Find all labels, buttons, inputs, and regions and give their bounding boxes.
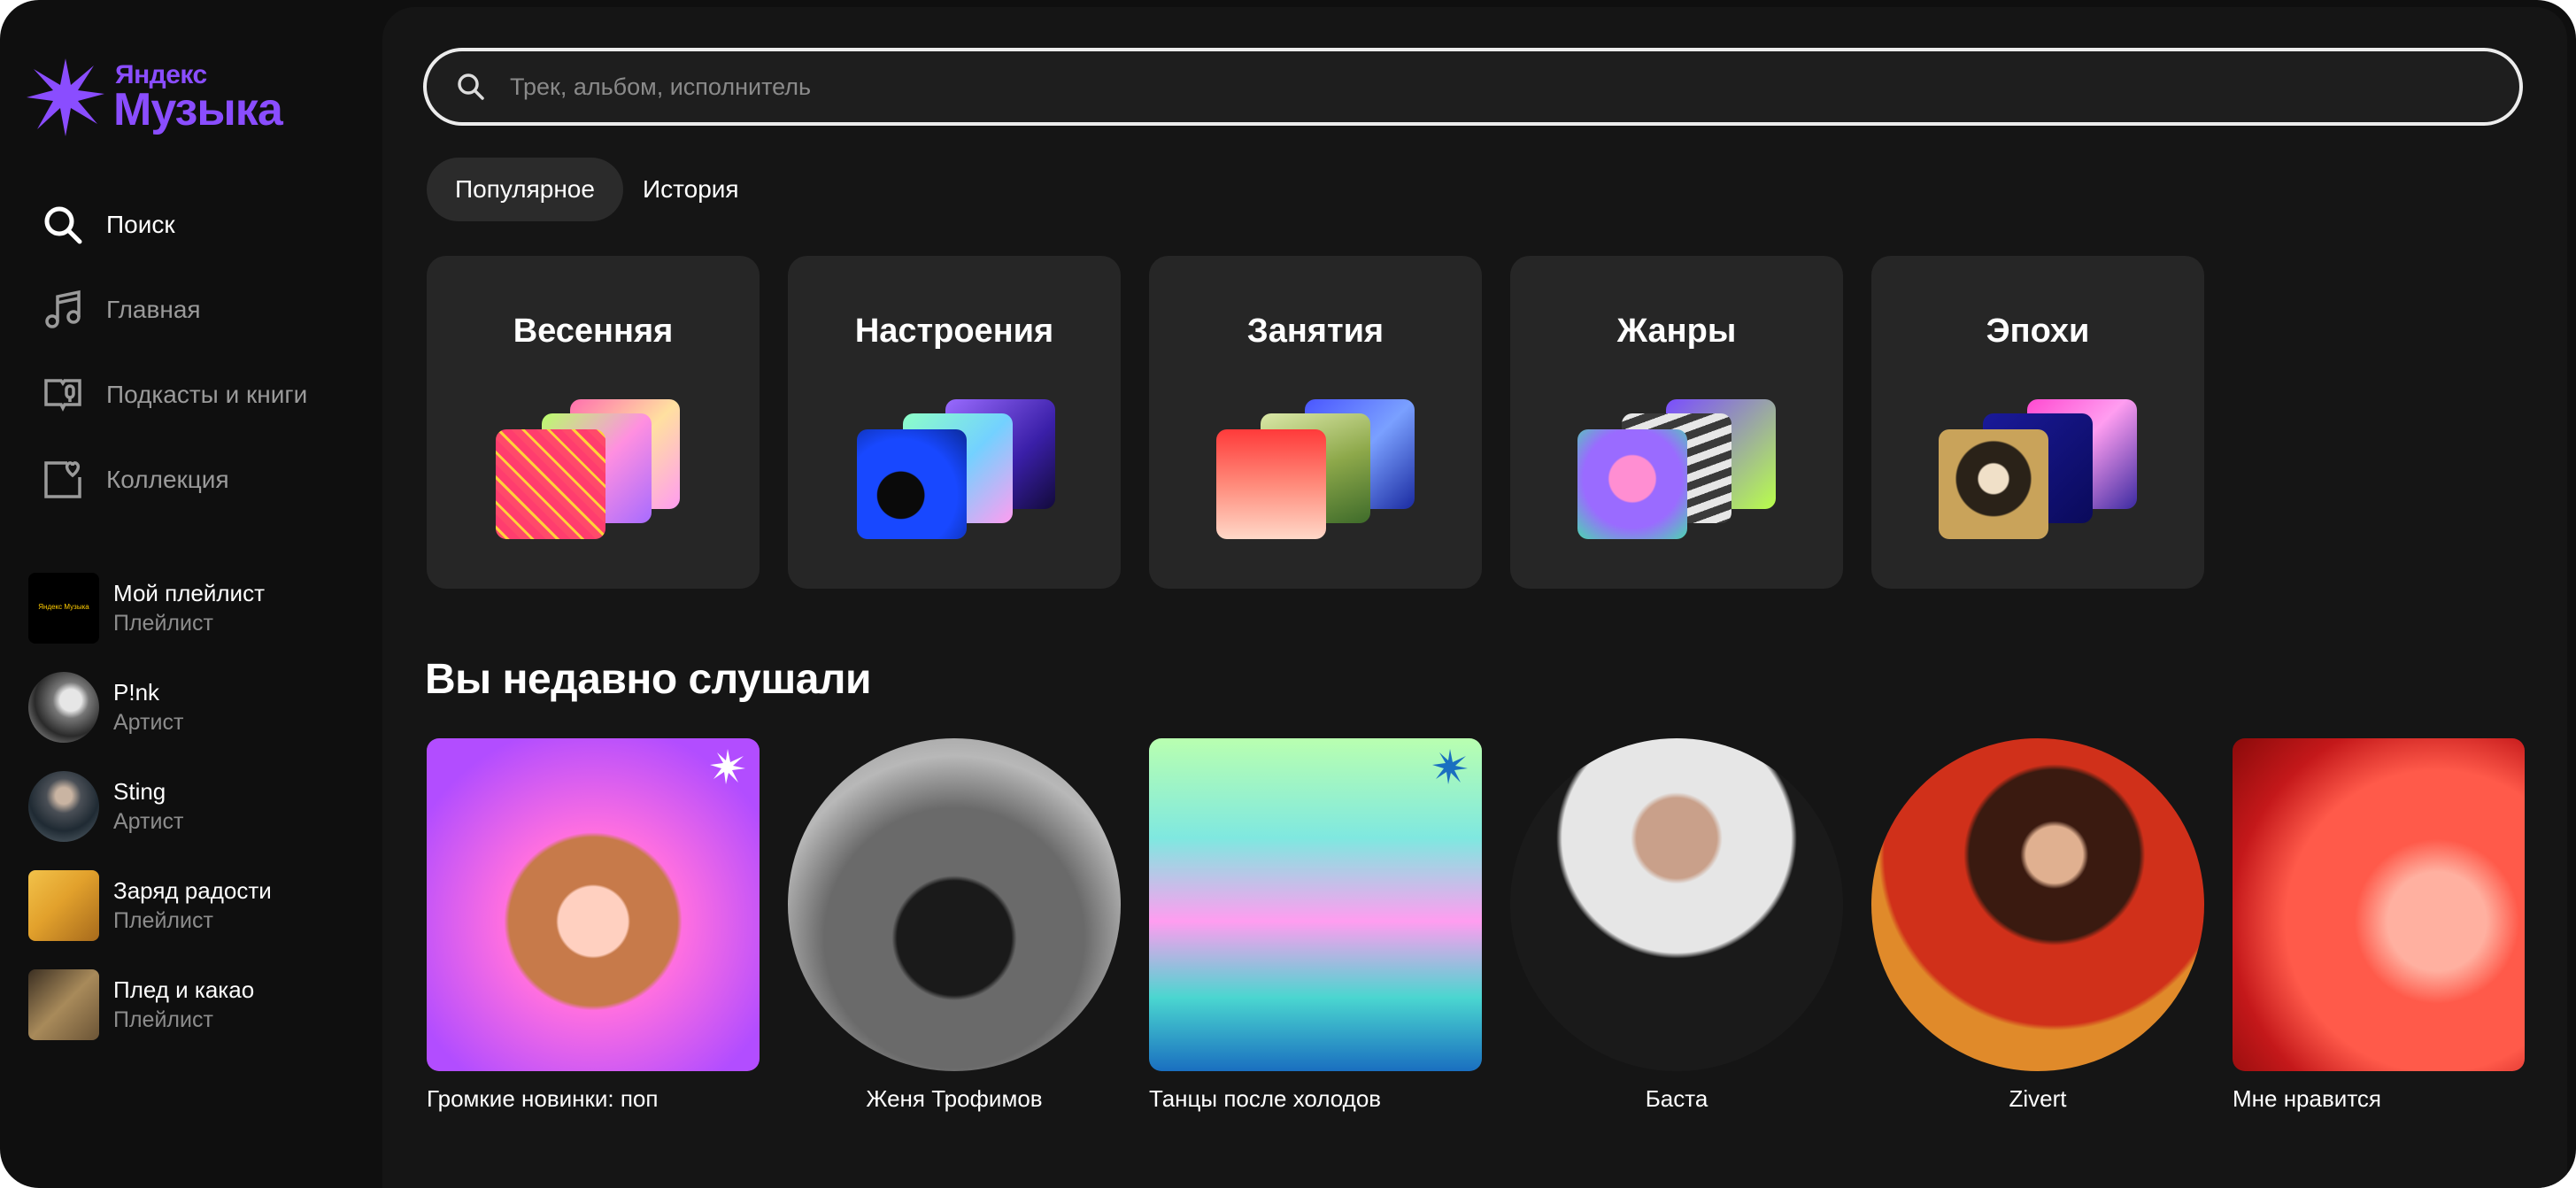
sparkle-icon [1432,749,1468,784]
nav-label: Коллекция [106,466,229,493]
category-title: Жанры [1616,312,1737,350]
playlist-cover [1149,738,1482,1071]
category-title: Настроения [854,312,1054,350]
recent-item-zhenya-trofimov[interactable]: Женя Трофимов [788,738,1121,1113]
recent-item-i-like[interactable]: Мне нравится [2233,738,2525,1113]
nav-label: Главная [106,296,201,323]
nav-label: Поиск [106,211,175,238]
library-item-title: P!nk [113,679,160,706]
artist-avatar [788,738,1121,1071]
library-item-subtitle: Артист [113,710,184,735]
library-item-title: Мой плейлист [113,580,265,606]
library-item-plaid-cocoa[interactable]: Плед и какао Плейлист [28,968,374,1041]
library-item-charge-of-joy[interactable]: Заряд радости Плейлист [28,869,374,942]
tab-popular[interactable]: Популярное [427,158,623,221]
library-item-subtitle: Плейлист [113,1007,213,1032]
recent-item-label: Громкие новинки: поп [427,1085,659,1112]
category-card-activities[interactable]: Занятия [1149,256,1482,589]
brand-logo[interactable]: Яндекс Музыка [27,58,345,138]
category-art-tile [1216,429,1326,539]
playlist-cover: Яндекс Музыка [28,573,99,644]
recent-item-zivert[interactable]: Zivert [1871,738,2204,1113]
sparkle-icon [710,749,745,784]
category-card-genres[interactable]: Жанры [1510,256,1843,589]
podcast-book-icon [39,371,87,419]
library-item-title: Плед и какао [113,976,255,1003]
artist-avatar [1871,738,2204,1071]
nav-item-search[interactable]: Поиск [39,197,366,253]
recent-item-label: Женя Трофимов [866,1085,1043,1112]
nav-item-home[interactable]: Главная [39,282,366,338]
category-title: Эпохи [1986,312,2090,350]
recent-item-label: Zivert [2009,1085,2067,1112]
category-art-tile [857,429,967,539]
library-item-pink[interactable]: P!nk Артист [28,671,374,744]
logo-star-icon [27,58,104,136]
library-item-subtitle: Плейлист [113,908,213,933]
category-title: Занятия [1246,312,1384,350]
library-item-title: Sting [113,778,166,805]
category-art-tile [496,429,605,539]
nav-item-podcasts[interactable]: Подкасты и книги [39,366,366,423]
search-input[interactable] [508,72,2459,102]
library-item-my-playlist[interactable]: Яндекс Музыка Мой плейлист Плейлист [28,572,374,644]
category-art-tile [1939,429,2048,539]
library-item-title: Заряд радости [113,877,272,904]
search-icon [39,201,87,249]
nav-item-collection[interactable]: Коллекция [39,451,366,508]
tab-history[interactable]: История [614,158,767,221]
category-title: Весенняя [513,312,674,350]
main-content: Популярное История Весенняя Настроения З… [382,7,2567,1188]
thumb-brand-text: Яндекс Музыка [38,603,89,611]
library-item-subtitle: Плейлист [113,611,213,636]
artist-avatar [28,672,99,743]
collection-heart-icon [39,456,87,504]
music-note-icon [39,286,87,334]
recent-section-title: Вы недавно слушали [425,656,871,703]
recent-item-basta[interactable]: Баста [1510,738,1843,1113]
search-bar[interactable] [423,48,2523,126]
playlist-cover [28,969,99,1040]
nav-label: Подкасты и книги [106,381,308,408]
recent-item-label: Танцы после холодов [1149,1085,1382,1112]
playlist-cover [427,738,760,1071]
app-window: Яндекс Музыка Поиск Главная Подкасты и к… [0,0,2576,1188]
playlist-cover [2233,738,2525,1071]
brand-line-2: Музыка [113,84,283,135]
recent-item-loud-new-pop[interactable]: Громкие новинки: поп [427,738,760,1113]
library-item-sting[interactable]: Sting Артист [28,770,374,843]
recent-item-label: Мне нравится [2233,1085,2382,1112]
category-card-eras[interactable]: Эпохи [1871,256,2204,589]
playlist-cover [28,870,99,941]
library-item-subtitle: Артист [113,809,184,834]
category-art-tile [1577,429,1687,539]
artist-avatar [28,771,99,842]
category-card-spring[interactable]: Весенняя [427,256,760,589]
artist-avatar [1510,738,1843,1071]
category-card-moods[interactable]: Настроения [788,256,1121,589]
recent-item-label: Баста [1645,1085,1708,1112]
recent-item-dances-after-cold[interactable]: Танцы после холодов [1149,738,1482,1113]
search-icon [453,69,489,104]
sidebar: Яндекс Музыка Поиск Главная Подкасты и к… [0,0,382,1188]
